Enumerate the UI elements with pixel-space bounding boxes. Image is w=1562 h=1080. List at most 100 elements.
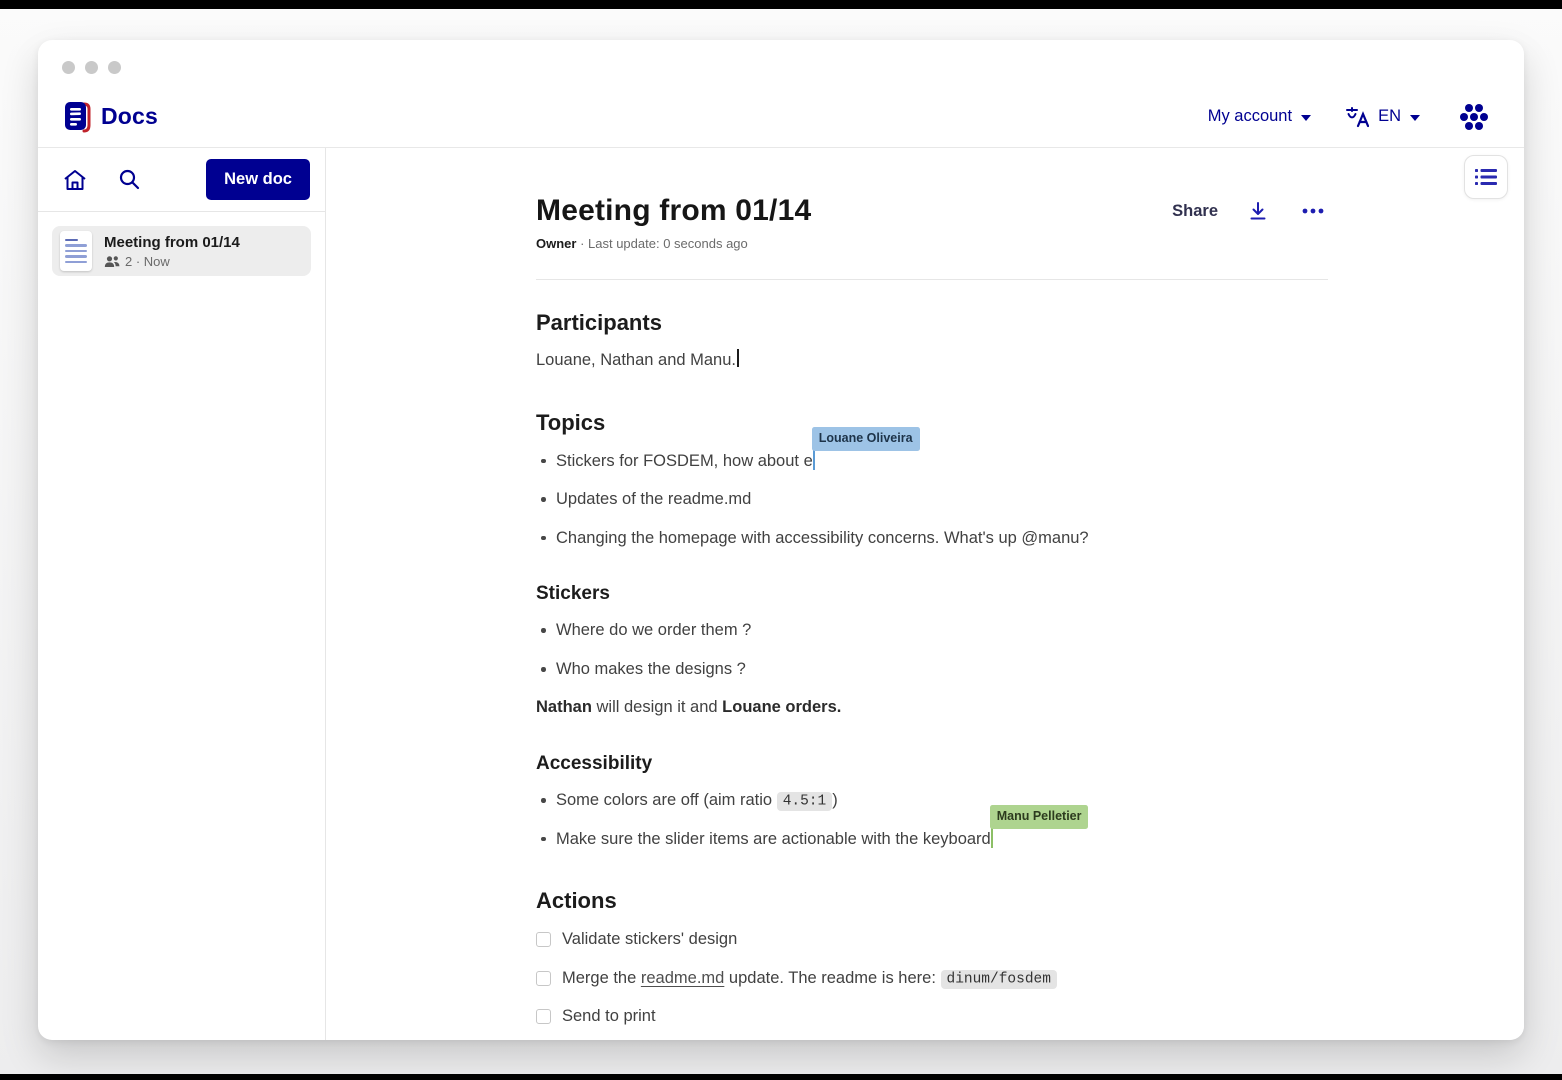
more-options-button[interactable]	[1298, 204, 1328, 218]
stickers-note: Nathan will design it and Louane orders.	[536, 695, 1328, 721]
stickers-note-mid: will design it and	[592, 698, 722, 716]
language-label: EN	[1378, 107, 1401, 126]
chevron-down-icon	[1410, 115, 1420, 121]
document-column: Meeting from 01/14 Share	[536, 148, 1328, 1040]
task-checkbox[interactable]	[536, 971, 551, 986]
list-item: Changing the homepage with accessibility…	[556, 526, 1328, 552]
a11y-item1-post: )	[832, 791, 838, 809]
translate-icon	[1345, 106, 1369, 128]
table-of-contents-button[interactable]	[1464, 155, 1508, 199]
apps-grid-icon	[1458, 102, 1490, 132]
people-icon	[104, 255, 120, 268]
heading-participants: Participants	[536, 310, 1328, 336]
last-update-text: · Last update: 0 seconds ago	[576, 236, 747, 251]
remote-caret	[991, 827, 993, 848]
topics-list: Stickers for FOSDEM, how about eLouane O…	[536, 449, 1328, 552]
doc-item-meta: 2 · Now	[104, 254, 240, 269]
screen-top-edge	[0, 0, 1562, 9]
account-menu[interactable]: My account	[1208, 107, 1311, 126]
sidebar-toolbar: New doc	[38, 148, 325, 212]
sidebar: New doc Meeting from 01/14	[38, 148, 326, 1040]
remote-cursor-manu: Manu Pelletier	[991, 827, 993, 848]
stickers-list: Where do we order them ? Who makes the d…	[536, 618, 1328, 682]
accessibility-list: Some colors are off (aim ratio 4.5:1) Ma…	[536, 788, 1328, 852]
task-checkbox[interactable]	[536, 932, 551, 947]
chevron-down-icon	[1301, 115, 1311, 121]
window-control-close[interactable]	[62, 61, 75, 74]
heading-actions: Actions	[536, 888, 1328, 914]
document-editor[interactable]: Participants Louane, Nathan and Manu. To…	[536, 310, 1328, 1040]
task-item: Validate stickers' design	[536, 927, 1328, 953]
new-doc-button[interactable]: New doc	[206, 159, 310, 200]
list-icon	[1475, 168, 1497, 186]
heading-stickers: Stickers	[536, 583, 1328, 605]
task-checkbox[interactable]	[536, 1009, 551, 1024]
list-item: Updates of the readme.md	[556, 487, 1328, 513]
home-icon	[62, 168, 88, 192]
divider	[536, 279, 1328, 280]
header-controls: My account EN	[1208, 98, 1494, 136]
list-item: Some colors are off (aim ratio 4.5:1)	[556, 788, 1328, 814]
remote-cursor-label: Louane Oliveira	[812, 427, 920, 451]
app-name: Docs	[101, 103, 158, 130]
stickers-note-end: orders.	[781, 698, 842, 716]
document-header: Meeting from 01/14 Share	[536, 194, 1328, 228]
owner-label: Owner	[536, 236, 576, 251]
task-text: Validate stickers' design	[562, 927, 737, 953]
list-item: Where do we order them ?	[556, 618, 1328, 644]
screenshot-stage: Docs My account	[0, 0, 1562, 1080]
remote-cursor-label: Manu Pelletier	[990, 805, 1089, 829]
window-titlebar	[38, 40, 1524, 86]
owner-meta: Owner · Last update: 0 seconds ago	[536, 236, 1328, 251]
task2-pre: Merge the	[562, 969, 641, 987]
main-layout: New doc Meeting from 01/14	[38, 148, 1524, 1040]
heading-accessibility: Accessibility	[536, 753, 1328, 775]
remote-caret	[813, 449, 815, 470]
readme-link[interactable]: readme.md	[641, 969, 724, 987]
stickers-note-bold2: Louane	[722, 698, 781, 716]
task-item: Send to print	[536, 1004, 1328, 1030]
download-button[interactable]	[1244, 197, 1272, 226]
ellipsis-icon	[1302, 208, 1324, 214]
list-item: Make sure the slider items are actionabl…	[556, 827, 1328, 853]
doc-item-meta-text: 2 · Now	[125, 254, 170, 269]
task-text: Send to print	[562, 1004, 656, 1030]
task2-mid: update. The readme is here:	[724, 969, 940, 987]
share-button[interactable]: Share	[1172, 202, 1218, 221]
task-item: Merge the readme.md update. The readme i…	[536, 966, 1328, 992]
task-text: Merge the readme.md update. The readme i…	[562, 966, 1057, 992]
inline-code: 4.5:1	[777, 792, 833, 811]
page-title: Meeting from 01/14	[536, 194, 811, 228]
screen-bottom-edge	[0, 1074, 1562, 1080]
participants-text: Louane, Nathan and Manu.	[536, 348, 1328, 374]
search-icon	[118, 168, 141, 191]
search-button[interactable]	[114, 164, 145, 195]
document-thumbnail-icon	[60, 231, 92, 271]
list-item: Who makes the designs ?	[556, 657, 1328, 683]
list-item: Stickers for FOSDEM, how about eLouane O…	[556, 449, 1328, 475]
home-button[interactable]	[58, 164, 92, 196]
content-pane: Meeting from 01/14 Share	[326, 148, 1524, 1040]
inline-code: dinum/fosdem	[941, 970, 1057, 989]
participants-text-span: Louane, Nathan and Manu.	[536, 351, 736, 369]
account-menu-label: My account	[1208, 107, 1292, 126]
a11y-item1-pre: Some colors are off (aim ratio	[556, 791, 777, 809]
text-caret	[737, 349, 739, 367]
a11y-item2-text: Make sure the slider items are actionabl…	[556, 830, 991, 848]
download-icon	[1248, 201, 1268, 222]
app-window: Docs My account	[38, 40, 1524, 1040]
doc-item-title: Meeting from 01/14	[104, 234, 240, 251]
language-menu[interactable]: EN	[1345, 106, 1420, 128]
document-actions: Share	[1172, 197, 1328, 226]
heading-topics: Topics	[536, 410, 1328, 436]
window-control-maximize[interactable]	[108, 61, 121, 74]
topics-item1-text: Stickers for FOSDEM, how about e	[556, 452, 813, 470]
app-logo[interactable]: Docs	[62, 100, 158, 134]
apps-grid-button[interactable]	[1454, 98, 1494, 136]
app-header: Docs My account	[38, 86, 1524, 148]
docs-book-icon	[62, 100, 92, 134]
sidebar-doc-item[interactable]: Meeting from 01/14 2 · Now	[52, 226, 311, 276]
window-control-minimize[interactable]	[85, 61, 98, 74]
remote-cursor-louane: Louane Oliveira	[813, 449, 815, 470]
stickers-note-bold1: Nathan	[536, 698, 592, 716]
